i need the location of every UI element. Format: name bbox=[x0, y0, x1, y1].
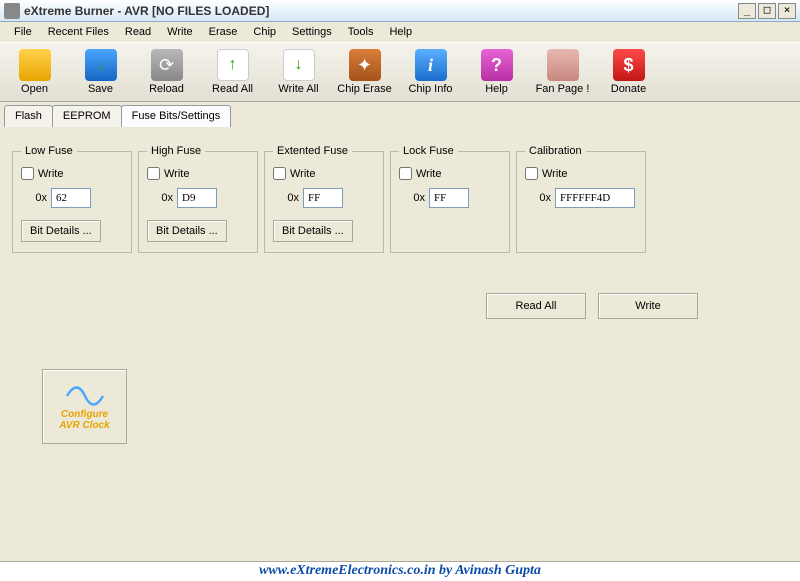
read-all-button[interactable]: Read All bbox=[486, 293, 586, 319]
lock-fuse-legend: Lock Fuse bbox=[399, 145, 458, 157]
menu-settings[interactable]: Settings bbox=[286, 24, 338, 40]
low-fuse-legend: Low Fuse bbox=[21, 145, 77, 157]
minimize-button[interactable]: _ bbox=[738, 3, 756, 19]
low-fuse-bit-details-button[interactable]: Bit Details ... bbox=[21, 220, 101, 242]
app-icon bbox=[4, 3, 20, 19]
menu-erase[interactable]: Erase bbox=[203, 24, 244, 40]
low-fuse-write-label: Write bbox=[38, 168, 63, 180]
extended-fuse-write-checkbox[interactable] bbox=[273, 167, 286, 180]
toolbar-donate[interactable]: Donate bbox=[596, 45, 661, 99]
hex-prefix: 0x bbox=[273, 192, 299, 204]
tab-flash[interactable]: Flash bbox=[4, 105, 53, 127]
close-button[interactable]: × bbox=[778, 3, 796, 19]
fan-page-icon bbox=[547, 49, 579, 81]
read-all-icon bbox=[217, 49, 249, 81]
help-icon bbox=[481, 49, 513, 81]
folder-open-icon bbox=[19, 49, 51, 81]
low-fuse-group: Low Fuse Write 0x Bit Details ... bbox=[12, 145, 132, 253]
menu-write[interactable]: Write bbox=[161, 24, 198, 40]
footer-credit: www.eXtremeElectronics.co.in by Avinash … bbox=[0, 561, 800, 581]
lock-fuse-group: Lock Fuse Write 0x bbox=[390, 145, 510, 253]
reload-icon: ⟳ bbox=[151, 49, 183, 81]
menu-help[interactable]: Help bbox=[383, 24, 418, 40]
high-fuse-legend: High Fuse bbox=[147, 145, 205, 157]
configure-avr-clock-button[interactable]: Configure AVR Clock bbox=[42, 369, 127, 444]
extended-fuse-write-label: Write bbox=[290, 168, 315, 180]
tab-fuse-bits[interactable]: Fuse Bits/Settings bbox=[121, 105, 232, 127]
lock-fuse-write-checkbox[interactable] bbox=[399, 167, 412, 180]
high-fuse-bit-details-button[interactable]: Bit Details ... bbox=[147, 220, 227, 242]
calibration-write-label: Write bbox=[542, 168, 567, 180]
menu-bar: File Recent Files Read Write Erase Chip … bbox=[0, 22, 800, 42]
write-button[interactable]: Write bbox=[598, 293, 698, 319]
title-bar: eXtreme Burner - AVR [NO FILES LOADED] _… bbox=[0, 0, 800, 22]
extended-fuse-value-input[interactable] bbox=[303, 188, 343, 208]
clock-label-1: Configure bbox=[61, 410, 108, 420]
tab-strip: Flash EEPROM Fuse Bits/Settings bbox=[0, 105, 800, 127]
toolbar-write-all[interactable]: Write All bbox=[266, 45, 331, 99]
maximize-button[interactable]: □ bbox=[758, 3, 776, 19]
menu-tools[interactable]: Tools bbox=[342, 24, 380, 40]
calibration-group: Calibration Write 0x bbox=[516, 145, 646, 253]
window-title: eXtreme Burner - AVR [NO FILES LOADED] bbox=[24, 4, 736, 18]
toolbar-chip-info[interactable]: Chip Info bbox=[398, 45, 463, 99]
calibration-value-input[interactable] bbox=[555, 188, 635, 208]
calibration-write-checkbox[interactable] bbox=[525, 167, 538, 180]
extended-fuse-group: Extented Fuse Write 0x Bit Details ... bbox=[264, 145, 384, 253]
fuse-row: Low Fuse Write 0x Bit Details ... High F… bbox=[12, 145, 788, 253]
tab-eeprom[interactable]: EEPROM bbox=[52, 105, 122, 127]
hex-prefix: 0x bbox=[147, 192, 173, 204]
low-fuse-value-input[interactable] bbox=[51, 188, 91, 208]
sine-wave-icon bbox=[65, 383, 105, 409]
low-fuse-write-checkbox[interactable] bbox=[21, 167, 34, 180]
clock-label-2: AVR Clock bbox=[59, 421, 109, 431]
toolbar-fan-page[interactable]: Fan Page ! bbox=[530, 45, 595, 99]
save-icon bbox=[85, 49, 117, 81]
high-fuse-write-label: Write bbox=[164, 168, 189, 180]
toolbar-read-all[interactable]: Read All bbox=[200, 45, 265, 99]
chip-info-icon bbox=[415, 49, 447, 81]
menu-chip[interactable]: Chip bbox=[247, 24, 282, 40]
lock-fuse-value-input[interactable] bbox=[429, 188, 469, 208]
toolbar-open[interactable]: Open bbox=[2, 45, 67, 99]
menu-file[interactable]: File bbox=[8, 24, 38, 40]
lock-fuse-write-label: Write bbox=[416, 168, 441, 180]
toolbar-chip-erase[interactable]: ✦Chip Erase bbox=[332, 45, 397, 99]
toolbar-help[interactable]: Help bbox=[464, 45, 529, 99]
extended-fuse-bit-details-button[interactable]: Bit Details ... bbox=[273, 220, 353, 242]
menu-recent-files[interactable]: Recent Files bbox=[42, 24, 115, 40]
high-fuse-value-input[interactable] bbox=[177, 188, 217, 208]
menu-read[interactable]: Read bbox=[119, 24, 157, 40]
hex-prefix: 0x bbox=[525, 192, 551, 204]
hex-prefix: 0x bbox=[21, 192, 47, 204]
donate-icon bbox=[613, 49, 645, 81]
calibration-legend: Calibration bbox=[525, 145, 586, 157]
tab-panel-fuse-bits: Low Fuse Write 0x Bit Details ... High F… bbox=[0, 127, 800, 456]
high-fuse-group: High Fuse Write 0x Bit Details ... bbox=[138, 145, 258, 253]
toolbar: Open Save ⟳Reload Read All Write All ✦Ch… bbox=[0, 42, 800, 102]
hex-prefix: 0x bbox=[399, 192, 425, 204]
chip-erase-icon: ✦ bbox=[349, 49, 381, 81]
high-fuse-write-checkbox[interactable] bbox=[147, 167, 160, 180]
extended-fuse-legend: Extented Fuse bbox=[273, 145, 352, 157]
action-row: Read All Write bbox=[12, 293, 788, 319]
write-all-icon bbox=[283, 49, 315, 81]
toolbar-reload[interactable]: ⟳Reload bbox=[134, 45, 199, 99]
toolbar-save[interactable]: Save bbox=[68, 45, 133, 99]
